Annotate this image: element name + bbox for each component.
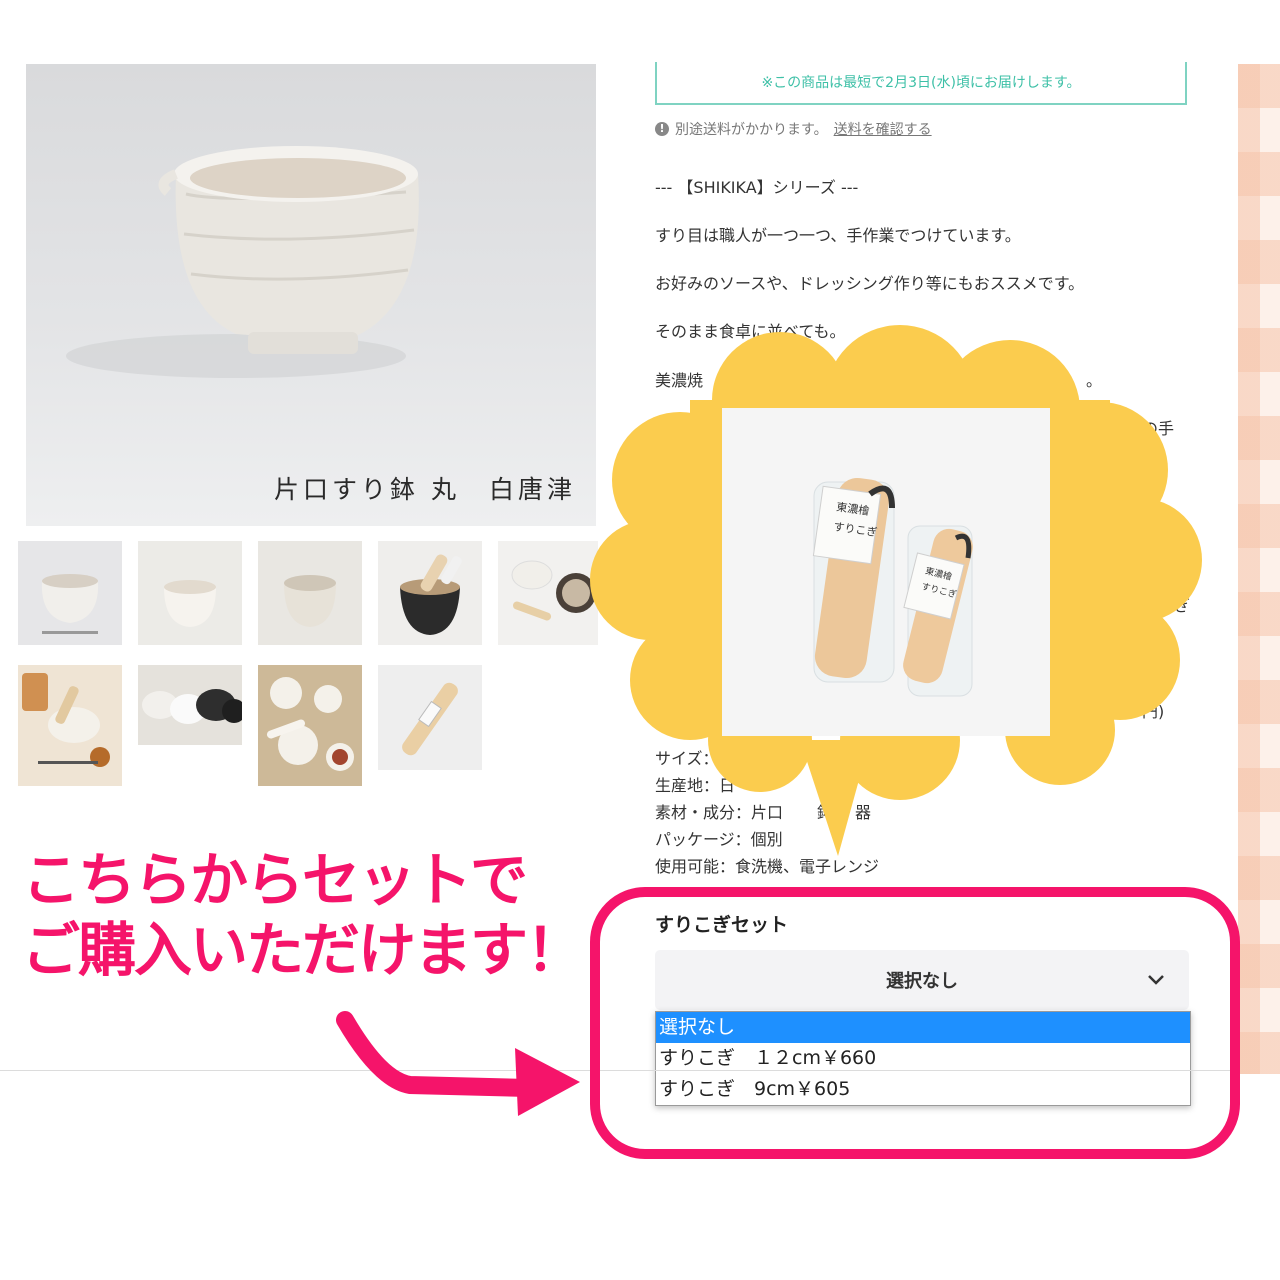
arrow-icon (336, 1011, 580, 1116)
